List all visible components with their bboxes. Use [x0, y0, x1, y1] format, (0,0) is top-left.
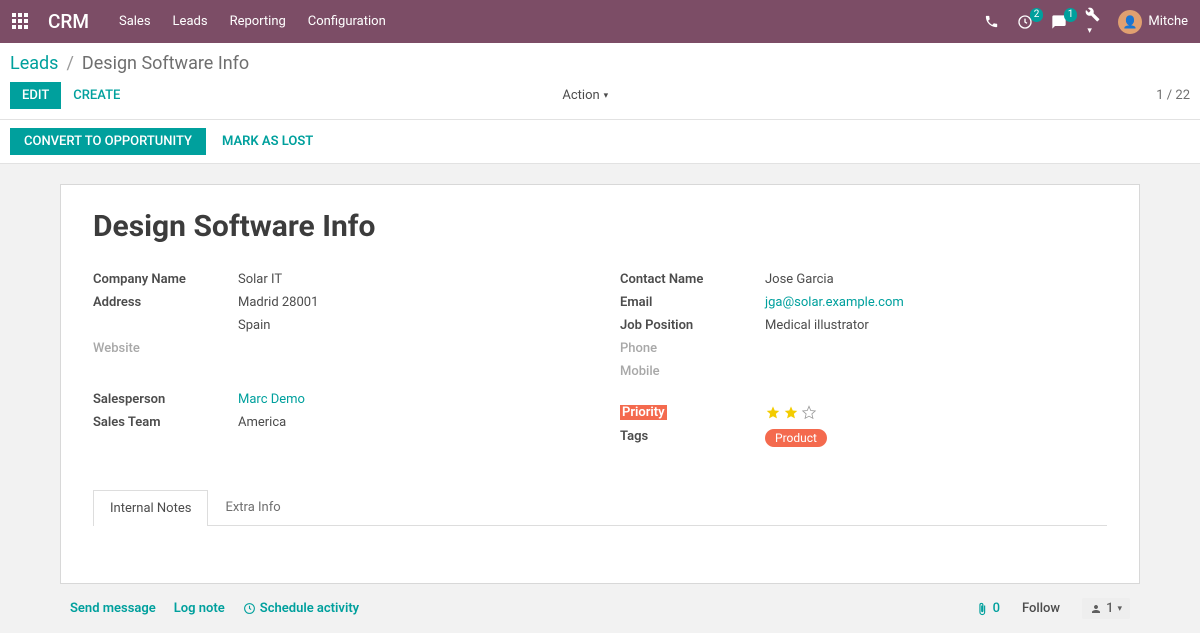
- create-button[interactable]: CREATE: [61, 82, 132, 109]
- label-salesperson: Salesperson: [93, 392, 238, 407]
- paperclip-icon: [975, 602, 989, 616]
- left-column: Company Name Solar IT Address Madrid 280…: [93, 272, 580, 455]
- label-phone: Phone: [620, 341, 765, 356]
- app-brand[interactable]: CRM: [48, 10, 89, 33]
- value-contact: Jose Garcia: [765, 272, 834, 287]
- tab-internal-notes[interactable]: Internal Notes: [93, 490, 208, 526]
- send-message-button[interactable]: Send message: [70, 601, 156, 616]
- tab-extra-info[interactable]: Extra Info: [208, 489, 297, 525]
- breadcrumb-root[interactable]: Leads: [10, 53, 58, 74]
- chevron-down-icon: ▾: [604, 91, 609, 101]
- phone-icon[interactable]: [984, 14, 999, 29]
- followers-count[interactable]: 1 ▾: [1082, 598, 1130, 619]
- user-menu[interactable]: 👤 Mitche: [1118, 10, 1188, 34]
- nav-configuration[interactable]: Configuration: [308, 14, 386, 29]
- label-sales-team: Sales Team: [93, 415, 238, 430]
- apps-icon[interactable]: [12, 13, 30, 31]
- priority-stars[interactable]: [765, 405, 817, 421]
- follow-button[interactable]: Follow: [1022, 601, 1060, 616]
- main-menu: Sales Leads Reporting Configuration: [119, 14, 386, 29]
- edit-button[interactable]: EDIT: [10, 82, 61, 109]
- label-mobile: Mobile: [620, 364, 765, 379]
- pager[interactable]: 1 / 22: [1156, 88, 1190, 103]
- control-panel: Leads / Design Software Info EDIT CREATE…: [0, 43, 1200, 120]
- breadcrumb: Leads / Design Software Info: [0, 43, 1200, 78]
- activities-icon[interactable]: 2: [1017, 14, 1033, 30]
- value-company: Solar IT: [238, 272, 282, 287]
- user-name: Mitche: [1148, 14, 1188, 29]
- debug-icon[interactable]: ▾: [1085, 7, 1100, 37]
- top-navbar: CRM Sales Leads Reporting Configuration …: [0, 0, 1200, 43]
- star-icon[interactable]: [801, 405, 817, 421]
- value-sales-team: America: [238, 415, 286, 430]
- right-column: Contact Name Jose Garcia Email jga@solar…: [620, 272, 1107, 455]
- user-icon: [1090, 603, 1102, 615]
- label-company: Company Name: [93, 272, 238, 287]
- value-salesperson[interactable]: Marc Demo: [238, 392, 305, 407]
- activities-badge: 2: [1030, 8, 1044, 22]
- chevron-down-icon: ▾: [1117, 604, 1122, 614]
- form-sheet: Design Software Info Company Name Solar …: [60, 184, 1140, 584]
- clock-icon: [243, 602, 256, 615]
- tag-product[interactable]: Product: [765, 429, 827, 447]
- mark-lost-button[interactable]: MARK AS LOST: [216, 128, 319, 155]
- discuss-badge: 1: [1064, 8, 1078, 22]
- nav-sales[interactable]: Sales: [119, 14, 151, 29]
- value-address2: Spain: [238, 318, 270, 333]
- breadcrumb-current: Design Software Info: [82, 53, 249, 74]
- chatter-bar: Send message Log note Schedule activity …: [0, 584, 1200, 633]
- log-note-button[interactable]: Log note: [174, 601, 225, 616]
- nav-leads[interactable]: Leads: [173, 14, 208, 29]
- discuss-icon[interactable]: 1: [1051, 14, 1067, 30]
- status-bar: CONVERT TO OPPORTUNITY MARK AS LOST: [0, 120, 1200, 164]
- label-contact: Contact Name: [620, 272, 765, 287]
- label-priority: Priority: [620, 405, 765, 421]
- schedule-activity-button[interactable]: Schedule activity: [243, 601, 359, 616]
- star-icon[interactable]: [765, 405, 781, 421]
- record-title: Design Software Info: [93, 209, 1107, 244]
- label-tags: Tags: [620, 429, 765, 447]
- action-dropdown[interactable]: Action ▾: [562, 88, 608, 103]
- label-website: Website: [93, 341, 238, 356]
- breadcrumb-sep: /: [66, 53, 73, 74]
- value-address1: Madrid 28001: [238, 295, 318, 310]
- value-email[interactable]: jga@solar.example.com: [765, 295, 904, 310]
- avatar: 👤: [1118, 10, 1142, 34]
- label-address: Address: [93, 295, 238, 310]
- attachments-count[interactable]: 0: [975, 601, 1000, 616]
- label-job: Job Position: [620, 318, 765, 333]
- nav-reporting[interactable]: Reporting: [230, 14, 286, 29]
- notebook-tabs: Internal Notes Extra Info: [93, 489, 1107, 526]
- star-icon[interactable]: [783, 405, 799, 421]
- value-job: Medical illustrator: [765, 318, 869, 333]
- label-email: Email: [620, 295, 765, 310]
- convert-button[interactable]: CONVERT TO OPPORTUNITY: [10, 128, 206, 155]
